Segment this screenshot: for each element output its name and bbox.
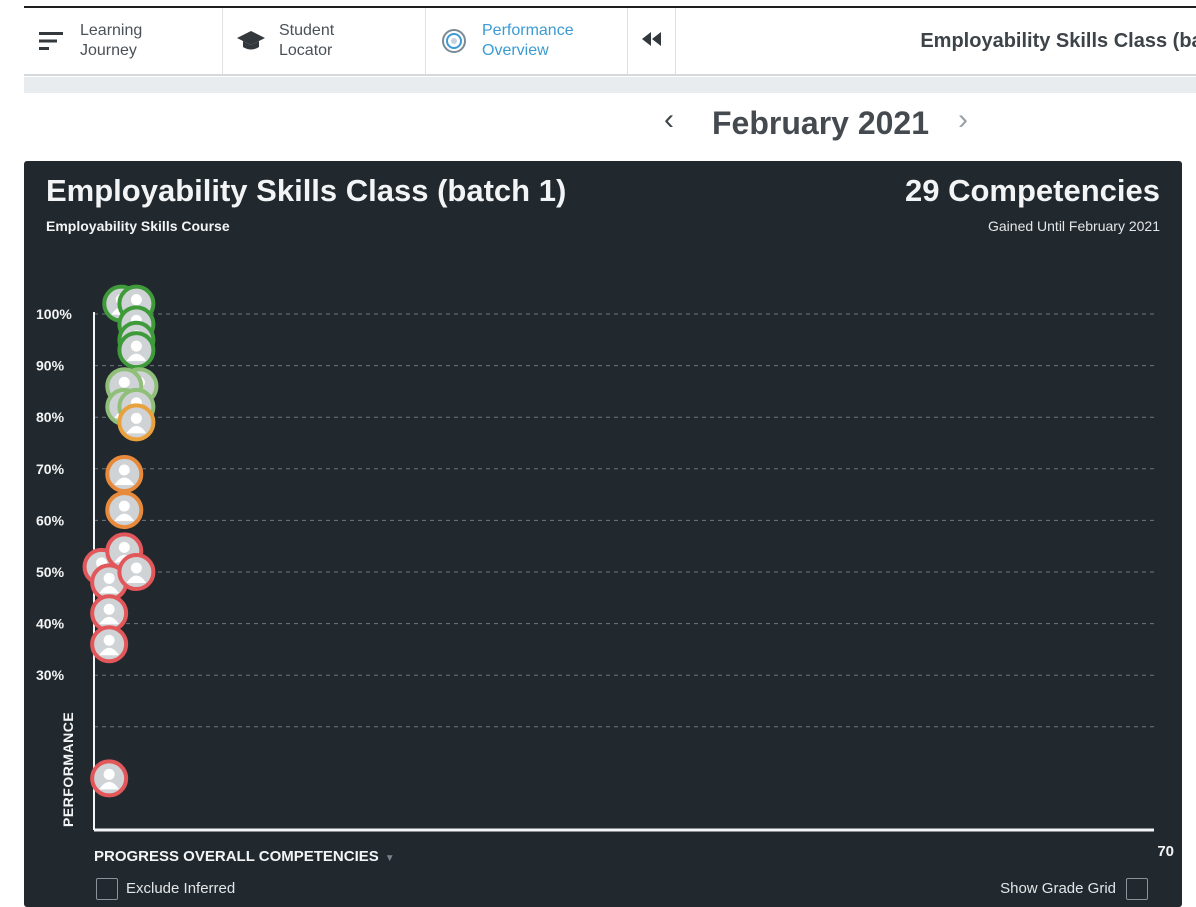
nav-student-locator[interactable]: Student Locator [223, 8, 426, 74]
performance-gauge-icon [436, 23, 472, 59]
show-grade-grid-label: Show Grade Grid [1000, 880, 1116, 897]
y-tick-label: 100% [36, 306, 72, 322]
month-label: February 2021 [712, 105, 930, 141]
y-tick-label: 60% [36, 512, 65, 528]
user-head-icon [118, 500, 130, 512]
performance-scatter-chart: 100% 90% 80% 70% 60% 50% 40% 30% PERFORMANCE [36, 284, 1154, 832]
y-tick-label: 80% [36, 409, 65, 425]
y-tick-label: 70% [36, 461, 65, 477]
user-head-icon [118, 376, 130, 388]
user-head-icon [103, 572, 115, 584]
page-title-area: Employability Skills Class (batch 1) [676, 8, 1196, 74]
user-head-icon [130, 294, 142, 306]
user-head-icon [130, 340, 142, 352]
exclude-inferred-label: Exclude Inferred [126, 880, 236, 897]
user-head-icon [103, 603, 115, 615]
y-tick-label: 40% [36, 616, 65, 632]
graduation-cap-icon [233, 23, 269, 59]
collapse-sidebar-button[interactable] [628, 8, 676, 74]
user-head-icon [103, 768, 115, 780]
y-tick-label: 50% [36, 564, 65, 580]
user-head-icon [130, 562, 142, 574]
nav-learning-journey-label: Learning Journey [80, 22, 143, 59]
menu-lines-icon [34, 23, 70, 59]
user-head-icon [118, 541, 130, 553]
top-navigation: Learning Journey Student Locator Perform… [24, 8, 1196, 76]
caret-down-icon: ▼ [384, 853, 395, 864]
nav-student-locator-label: Student Locator [279, 22, 335, 59]
x-axis-title: PROGRESS OVERALL COMPETENCIES [94, 848, 379, 865]
performance-panel: Employability Skills Class (batch 1) Emp… [24, 161, 1182, 907]
next-month-button[interactable]: › [958, 103, 968, 137]
user-head-icon [118, 464, 130, 476]
y-axis-label: PERFORMANCE [60, 712, 76, 827]
x-axis-max-label: 70 [1157, 843, 1174, 860]
divider-band [24, 77, 1196, 93]
nav-learning-journey[interactable]: Learning Journey [24, 8, 223, 74]
double-chevron-left-icon [641, 31, 663, 51]
user-head-icon [103, 634, 115, 646]
previous-month-button[interactable]: ‹ [664, 103, 674, 137]
x-axis-dropdown[interactable]: PROGRESS OVERALL COMPETENCIES ▼ [94, 848, 395, 865]
nav-performance-overview-label: Performance Overview [482, 22, 574, 59]
y-tick-label: 90% [36, 358, 65, 374]
show-grade-grid-checkbox[interactable] [1126, 878, 1148, 900]
exclude-inferred-checkbox[interactable] [96, 878, 118, 900]
nav-performance-overview[interactable]: Performance Overview [426, 8, 628, 74]
user-head-icon [130, 412, 142, 424]
page-title: Employability Skills Class (batch 1) [920, 29, 1196, 52]
y-tick-label: 30% [36, 667, 65, 683]
month-selector: ‹ February 2021 › [24, 93, 1196, 153]
